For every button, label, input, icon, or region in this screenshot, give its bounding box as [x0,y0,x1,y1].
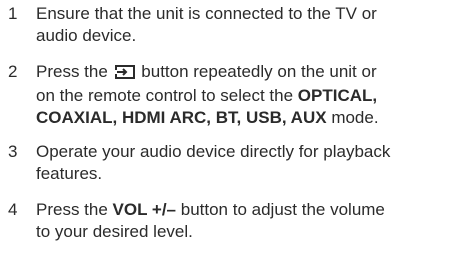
step-text: Press the button repeatedly on the unit … [36,61,454,129]
step-line: Ensure that the unit is connected to the… [36,4,377,23]
vol-button-label: VOL +/– [112,200,177,219]
step-number: 3 [8,142,18,161]
mode-list: OPTICAL, [297,86,378,105]
step-text: Press the VOL +/– button to adjust the v… [36,199,454,243]
step-line: Operate your audio device directly for p… [36,142,391,161]
step-number: 2 [8,62,18,81]
step-text: Ensure that the unit is connected to the… [36,3,454,47]
step-line: audio device. [36,26,137,45]
step-line: Press the [36,200,108,219]
step-line: Press the [36,62,108,81]
step-line: mode. [331,108,379,127]
mode-list: COAXIAL, HDMI ARC, BT, USB, AUX [36,108,327,127]
step-text: Operate your audio device directly for p… [36,141,454,185]
step-line: on the remote control to select the [36,86,294,105]
step-line: button repeatedly on the unit or [141,62,377,81]
step-number: 4 [8,200,18,219]
step-number: 1 [8,4,18,23]
step-line: to your desired level. [36,222,193,241]
step-line: features. [36,164,103,183]
source-input-icon [114,63,135,85]
step-line: button to adjust the volume [180,200,385,219]
